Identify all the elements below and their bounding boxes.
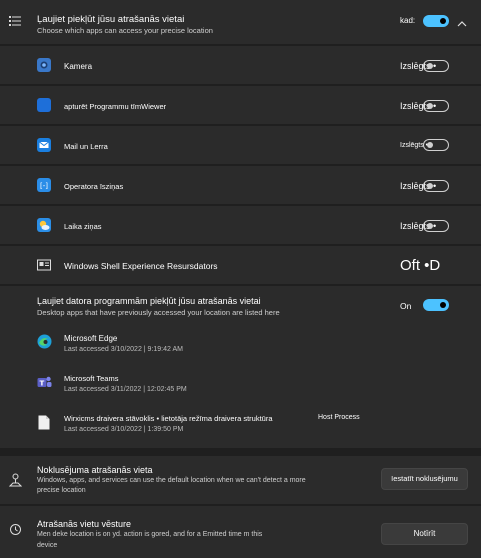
app-toggle[interactable] (423, 139, 449, 151)
default-location-section: Noklusējuma atrašanās vieta Windows, app… (0, 456, 481, 504)
app-toggle[interactable] (423, 220, 449, 232)
app-name: apturēt Programmu tīmWiewer (64, 102, 167, 111)
location-access-subtitle: Choose which apps can access your precis… (37, 26, 213, 35)
app-name: Operatora īsziņas (64, 182, 124, 191)
desktop-app-name: Wirxicms draivera stāvoklis • lietotāja … (64, 414, 273, 423)
desktop-app-item: Wirxicms draivera stāvoklis • lietotāja … (0, 406, 481, 444)
desktop-app-item: Microsoft Edge Last accessed 3/10/2022 |… (0, 326, 481, 364)
chevron-up-icon[interactable] (457, 16, 467, 27)
set-default-button[interactable]: Iestatīt noklusējumu (381, 468, 468, 490)
weather-icon (37, 218, 51, 232)
edge-icon (37, 334, 52, 349)
app-toggle[interactable] (423, 180, 449, 192)
default-location-title: Noklusējuma atrašanās vieta (37, 465, 153, 475)
location-history-section: Atrašanās vietu vēsture Men deke locatio… (0, 506, 481, 558)
app-toggle-label[interactable]: Oft •D (400, 257, 440, 274)
app-row: apturēt Programmu tīmWiewer Izslēgts • (0, 86, 481, 124)
app-row: Windows Shell Experience Resursdators Of… (0, 246, 481, 284)
app-row: Kamera Izslēgts • (0, 46, 481, 84)
default-location-description: Windows, apps, and services can use the … (37, 477, 306, 484)
clear-history-button[interactable]: Notīrīt (381, 523, 468, 545)
file-icon (38, 415, 50, 430)
app-row: Laika ziņas Izslēgts • (0, 206, 481, 244)
desktop-app-last-accessed: Last accessed 3/11/2022 | 12:02:45 PM (64, 386, 187, 393)
app-toggle[interactable] (423, 100, 449, 112)
desktop-app-last-accessed: Last accessed 3/10/2022 | 1:39:50 PM (64, 426, 184, 433)
desktop-app-name: Microsoft Teams (64, 374, 119, 383)
app-row: [-] Operatora īsziņas Izslēgts • (0, 166, 481, 204)
app-name: Windows Shell Experience Resursdators (64, 261, 218, 271)
desktop-apps-toggle-label: On (400, 301, 412, 311)
history-icon (9, 523, 22, 536)
svg-text:[-]: [-] (40, 182, 48, 190)
desktop-app-name-suffix: Host Process (318, 414, 360, 421)
desktop-apps-title: Ļaujiet datora programmām piekļūt jūsu a… (37, 296, 261, 306)
svg-text:T: T (40, 380, 45, 388)
list-icon (9, 14, 21, 26)
teams-icon: T (37, 375, 52, 390)
location-history-description-2: device (37, 542, 58, 549)
mail-icon (37, 138, 51, 152)
desktop-app-item: T Microsoft Teams Last accessed 3/11/202… (0, 366, 481, 404)
camera-icon (37, 58, 51, 72)
location-access-toggle-label: kad: (400, 16, 416, 25)
shell-icon (37, 258, 51, 272)
desktop-app-last-accessed: Last accessed 3/10/2022 | 9:19:42 AM (64, 346, 183, 353)
default-location-description-2: precise location (37, 487, 86, 494)
desktop-app-name: Microsoft Edge (64, 334, 118, 343)
app-name: Kamera (64, 62, 93, 71)
desktop-apps-subtitle: Desktop apps that have previously access… (37, 308, 280, 317)
webviewer-icon (37, 98, 51, 112)
app-name: Laika ziņas (64, 222, 102, 231)
messaging-icon: [-] (37, 178, 51, 192)
app-toggle[interactable] (423, 60, 449, 72)
desktop-apps-section: Ļaujiet datora programmām piekļūt jūsu a… (0, 286, 481, 448)
location-history-title: Atrašanās vietu vēsture (37, 519, 132, 529)
location-history-description: Men deke location is on yd. action is go… (37, 531, 263, 538)
app-row: Mail un Lerra Izslēgts • (0, 126, 481, 164)
app-name: Mail un Lerra (64, 142, 108, 151)
location-access-header: Ļaujiet piekļūt jūsu atrašanās vietai Ch… (0, 0, 481, 44)
location-access-toggle[interactable] (423, 15, 449, 27)
desktop-apps-toggle[interactable] (423, 299, 449, 311)
person-pin-icon (8, 473, 23, 487)
location-access-title: Ļaujiet piekļūt jūsu atrašanās vietai (37, 14, 185, 25)
